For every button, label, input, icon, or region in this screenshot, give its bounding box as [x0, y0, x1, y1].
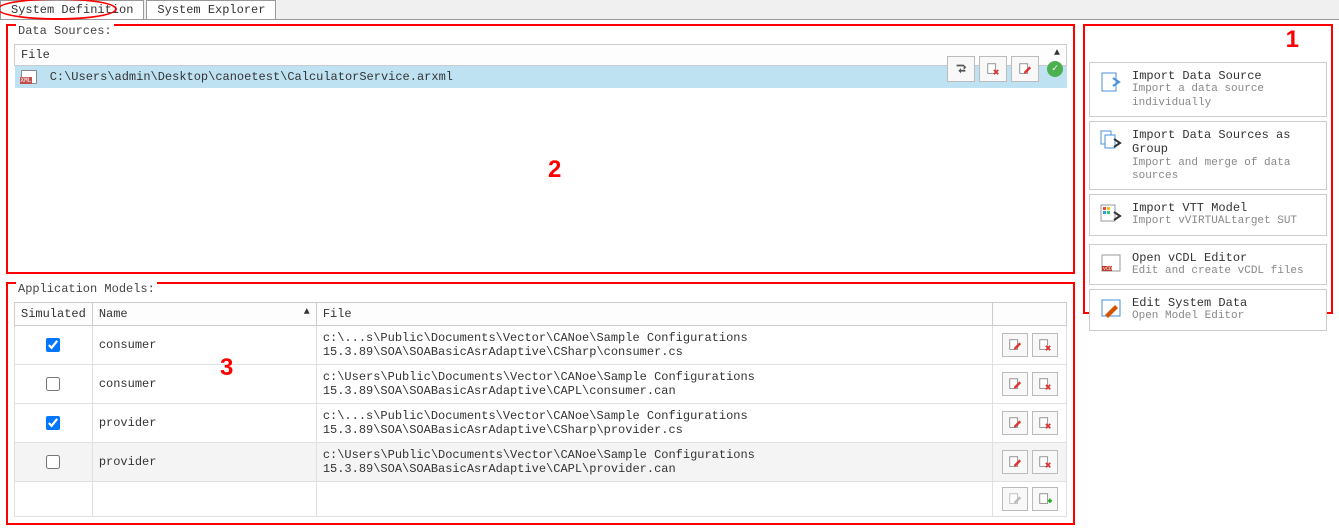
vcdl-icon: vCDL [1098, 251, 1124, 277]
model-file: c:\Users\Public\Documents\Vector\CANoe\S… [316, 443, 992, 482]
card-subtitle: Import a data source individually [1132, 83, 1318, 109]
card-title: Open vCDL Editor [1132, 251, 1304, 265]
application-models-panel: Application Models: 3 Simulated Name ▲ [6, 282, 1075, 525]
remove-model-button[interactable] [1032, 372, 1058, 396]
card-title: Edit System Data [1132, 296, 1247, 310]
remove-model-button[interactable] [1032, 411, 1058, 435]
simulated-checkbox[interactable] [46, 377, 60, 391]
data-sources-table: File ▲ C:\Users\admin\Desktop\canoetest\… [14, 44, 1067, 88]
model-file: c:\Users\Public\Documents\Vector\CANoe\S… [316, 365, 992, 404]
edit-model-button[interactable] [1002, 450, 1028, 474]
tab-system-explorer[interactable]: System Explorer [146, 0, 276, 19]
import-group-icon [1098, 128, 1124, 154]
simulated-checkbox[interactable] [46, 338, 60, 352]
remove-model-button[interactable] [1032, 450, 1058, 474]
data-source-actions: ✓ [947, 56, 1063, 82]
svg-text:vCDL: vCDL [1103, 266, 1115, 272]
model-name: consumer [92, 365, 316, 404]
vtt-icon [1098, 201, 1124, 227]
tab-bar: System Definition System Explorer [0, 0, 1339, 20]
data-source-row[interactable]: C:\Users\admin\Desktop\canoetest\Calcula… [15, 66, 1067, 89]
simulated-checkbox[interactable] [46, 416, 60, 430]
model-name: provider [92, 443, 316, 482]
column-header-actions [993, 303, 1067, 326]
import-vtt-model-button[interactable]: Import VTT Model Import vVIRTUALtarget S… [1089, 194, 1327, 236]
model-name: consumer [92, 326, 316, 365]
data-sources-panel: Data Sources: 2 File ▲ [6, 24, 1075, 274]
column-header-name[interactable]: Name ▲ [92, 303, 316, 326]
remove-button[interactable] [979, 56, 1007, 82]
model-file: c:\...s\Public\Documents\Vector\CANoe\Sa… [316, 326, 992, 365]
actions-panel: 1 Import Data Source Import a data sourc… [1083, 24, 1333, 314]
card-title: Import VTT Model [1132, 201, 1297, 215]
card-subtitle: Import vVIRTUALtarget SUT [1132, 215, 1297, 228]
edit-system-icon [1098, 296, 1124, 322]
arxml-file-icon [21, 70, 37, 84]
column-header-file[interactable]: File ▲ [15, 45, 1067, 66]
tab-label: System Definition [11, 3, 133, 17]
edit-model-button[interactable] [1002, 411, 1028, 435]
file-path: C:\Users\admin\Desktop\canoetest\Calcula… [50, 70, 453, 84]
card-subtitle: Import and merge of data sources [1132, 157, 1318, 183]
open-vcdl-editor-button[interactable]: vCDL Open vCDL Editor Edit and create vC… [1089, 244, 1327, 286]
column-header-simulated[interactable]: Simulated [15, 303, 93, 326]
card-title: Import Data Source [1132, 69, 1318, 83]
reload-button[interactable] [947, 56, 975, 82]
tab-label: System Explorer [157, 3, 265, 17]
annotation-1: 1 [1286, 26, 1299, 54]
panel-title: Application Models: [16, 282, 157, 296]
status-ok-icon: ✓ [1047, 61, 1063, 77]
card-subtitle: Edit and create vCDL files [1132, 265, 1304, 278]
sort-asc-icon: ▲ [304, 307, 310, 318]
panel-title: Data Sources: [16, 24, 114, 38]
remove-model-button[interactable] [1032, 333, 1058, 357]
edit-system-data-button[interactable]: Edit System Data Open Model Editor [1089, 289, 1327, 331]
annotation-2: 2 [548, 156, 561, 184]
application-models-table: Simulated Name ▲ File consumerc:\...s\Pu… [14, 302, 1067, 517]
card-subtitle: Open Model Editor [1132, 310, 1247, 323]
import-data-source-button[interactable]: Import Data Source Import a data source … [1089, 62, 1327, 117]
column-header-file[interactable]: File [316, 303, 992, 326]
import-data-sources-group-button[interactable]: Import Data Sources as Group Import and … [1089, 121, 1327, 190]
table-row-empty [15, 482, 1067, 517]
card-title: Import Data Sources as Group [1132, 128, 1318, 157]
edit-model-button[interactable] [1002, 372, 1028, 396]
model-file: c:\...s\Public\Documents\Vector\CANoe\Sa… [316, 404, 992, 443]
model-name: provider [92, 404, 316, 443]
edit-model-button[interactable] [1002, 487, 1028, 511]
tab-system-definition[interactable]: System Definition [0, 0, 144, 19]
table-row[interactable]: providerc:\Users\Public\Documents\Vector… [15, 443, 1067, 482]
edit-button[interactable] [1011, 56, 1039, 82]
table-row[interactable]: consumerc:\...s\Public\Documents\Vector\… [15, 326, 1067, 365]
table-row[interactable]: providerc:\...s\Public\Documents\Vector\… [15, 404, 1067, 443]
edit-model-button[interactable] [1002, 333, 1028, 357]
import-single-icon [1098, 69, 1124, 95]
simulated-checkbox[interactable] [46, 455, 60, 469]
table-row[interactable]: consumerc:\Users\Public\Documents\Vector… [15, 365, 1067, 404]
add-model-button[interactable] [1032, 487, 1058, 511]
